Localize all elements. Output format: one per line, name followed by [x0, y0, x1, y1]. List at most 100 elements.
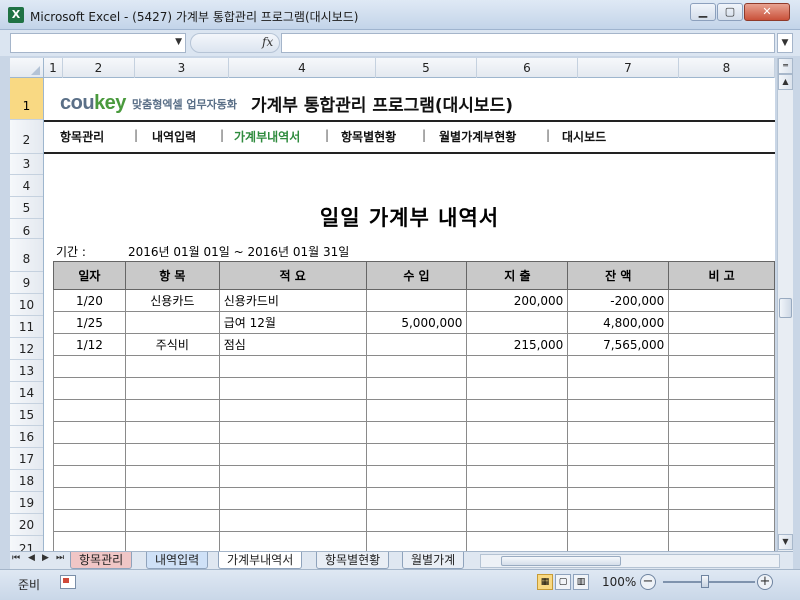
cell-note[interactable]	[668, 333, 775, 356]
zoom-out-icon[interactable]: −	[640, 574, 656, 590]
cell-note[interactable]	[668, 443, 775, 466]
cell-date[interactable]: 1/25	[53, 311, 126, 334]
row-header[interactable]: 11	[10, 316, 43, 338]
row-header[interactable]: 16	[10, 426, 43, 448]
cell-note[interactable]	[668, 311, 775, 334]
row-header[interactable]: 9	[10, 272, 43, 294]
row-header[interactable]: 2	[10, 120, 43, 154]
sheet-tab[interactable]: 항목별현황	[316, 552, 390, 569]
sheet-tab[interactable]: 내역입력	[146, 552, 209, 569]
cell-balance[interactable]	[567, 443, 670, 466]
row-header[interactable]: 12	[10, 338, 43, 360]
cell-item[interactable]	[124, 465, 220, 488]
cell-description[interactable]	[218, 443, 367, 466]
cell-income[interactable]	[365, 421, 468, 444]
cell-item[interactable]	[124, 487, 220, 510]
cell-income[interactable]	[365, 509, 468, 532]
cell-description[interactable]: 점심	[218, 333, 367, 356]
cell-expense[interactable]	[466, 487, 569, 510]
column-header[interactable]: 2	[63, 58, 135, 78]
close-button[interactable]: ✕	[744, 3, 790, 21]
cell-date[interactable]: 1/12	[53, 333, 126, 356]
zoom-in-icon[interactable]: +	[757, 574, 773, 590]
name-box[interactable]: ▼	[10, 33, 186, 53]
nav-item-items[interactable]: 항목관리	[60, 128, 104, 145]
nav-item-dashboard[interactable]: 대시보드	[562, 128, 606, 145]
cell-expense[interactable]	[466, 355, 569, 378]
row-header[interactable]: 10	[10, 294, 43, 316]
column-header-expense[interactable]: 지 출	[466, 261, 569, 290]
cell-description[interactable]	[218, 421, 367, 444]
row-header[interactable]: 3	[10, 154, 43, 175]
cell-item[interactable]	[124, 355, 220, 378]
page-break-view-icon[interactable]: ▥	[573, 574, 589, 590]
vertical-scrollbar[interactable]: ═ ▲ ▼	[777, 58, 793, 551]
row-header[interactable]: 4	[10, 175, 43, 197]
cell-balance[interactable]	[567, 421, 670, 444]
cell-balance[interactable]	[567, 377, 670, 400]
cell-date[interactable]	[53, 531, 126, 551]
cell-note[interactable]	[668, 487, 775, 510]
cell-date[interactable]	[53, 509, 126, 532]
cell-date[interactable]	[53, 377, 126, 400]
column-header-income[interactable]: 수 입	[365, 261, 468, 290]
cell-expense[interactable]	[466, 509, 569, 532]
cell-date[interactable]	[53, 399, 126, 422]
cell-item[interactable]	[124, 531, 220, 551]
cell-description[interactable]	[218, 399, 367, 422]
cell-description[interactable]	[218, 355, 367, 378]
cell-expense[interactable]	[466, 421, 569, 444]
column-header[interactable]: 8	[679, 58, 775, 78]
column-header-note[interactable]: 비 고	[668, 261, 775, 290]
cell-balance[interactable]	[567, 531, 670, 551]
cell-expense[interactable]	[466, 531, 569, 551]
cell-description[interactable]	[218, 509, 367, 532]
cell-date[interactable]	[53, 465, 126, 488]
cell-income[interactable]	[365, 377, 468, 400]
split-handle-icon[interactable]: ═	[778, 58, 793, 74]
first-sheet-icon[interactable]: ⏮	[12, 553, 20, 563]
cell-description[interactable]	[218, 487, 367, 510]
row-header[interactable]: 13	[10, 360, 43, 382]
column-header-description[interactable]: 적 요	[218, 261, 367, 290]
cell-item[interactable]: 주식비	[124, 333, 220, 356]
minimize-button[interactable]: ▁	[690, 3, 716, 21]
zoom-slider-thumb[interactable]	[701, 575, 709, 588]
column-header[interactable]: 7	[578, 58, 679, 78]
column-header-date[interactable]: 일자	[53, 261, 126, 290]
cell-balance[interactable]: 7,565,000	[567, 333, 670, 356]
row-header[interactable]: 8	[10, 239, 43, 272]
cell-date[interactable]	[53, 355, 126, 378]
cell-expense[interactable]	[466, 443, 569, 466]
cell-date[interactable]	[53, 487, 126, 510]
row-header[interactable]: 14	[10, 382, 43, 404]
chevron-down-icon[interactable]: ▼	[175, 37, 182, 47]
row-header[interactable]: 17	[10, 448, 43, 470]
cell-expense[interactable]: 215,000	[466, 333, 569, 356]
cell-balance[interactable]	[567, 399, 670, 422]
cell-item[interactable]	[124, 443, 220, 466]
cell-income[interactable]: 5,000,000	[365, 311, 468, 334]
cell-item[interactable]	[124, 311, 220, 334]
row-header[interactable]: 18	[10, 470, 43, 492]
row-header[interactable]: 5	[10, 197, 43, 219]
cell-note[interactable]	[668, 355, 775, 378]
last-sheet-icon[interactable]: ⏭	[56, 553, 64, 563]
cell-balance[interactable]: -200,000	[567, 289, 670, 312]
row-header[interactable]: 20	[10, 514, 43, 536]
row-header[interactable]: 19	[10, 492, 43, 514]
cell-description[interactable]	[218, 531, 367, 551]
select-all-button[interactable]	[10, 58, 44, 78]
cell-balance[interactable]	[567, 487, 670, 510]
cell-balance[interactable]	[567, 509, 670, 532]
cell-description[interactable]	[218, 465, 367, 488]
cell-date[interactable]	[53, 443, 126, 466]
column-header[interactable]: 6	[477, 58, 578, 78]
column-header[interactable]: 3	[135, 58, 229, 78]
scroll-thumb[interactable]	[501, 556, 621, 566]
scroll-down-icon[interactable]: ▼	[778, 534, 793, 550]
sheet-tab[interactable]: 월별가계	[402, 552, 465, 569]
column-header[interactable]: 4	[229, 58, 376, 78]
cell-expense[interactable]: 200,000	[466, 289, 569, 312]
zoom-slider[interactable]	[663, 581, 755, 583]
